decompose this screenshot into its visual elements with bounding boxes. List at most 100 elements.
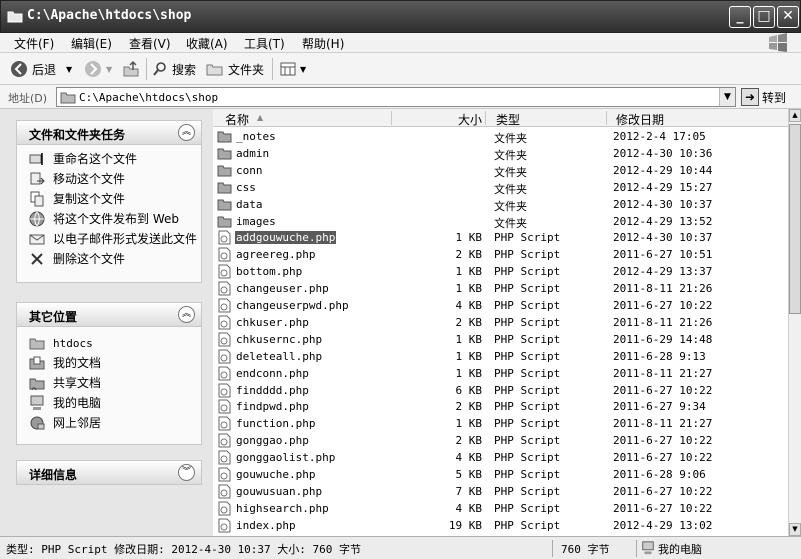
file-row[interactable]: findddd.php 6 KB PHP Script 2011-6-27 10:22: [213, 382, 788, 399]
back-dropdown-icon[interactable]: ▼: [66, 65, 72, 74]
file-type: PHP Script: [494, 332, 561, 346]
minimize-button[interactable]: _: [729, 6, 751, 28]
file-row[interactable]: highsearch.php 4 KB PHP Script 2011-6-27 10…: [213, 500, 788, 517]
place-my-documents[interactable]: 我的文档: [17, 353, 201, 373]
forward-dropdown-icon[interactable]: ▼: [106, 65, 112, 74]
file-type: PHP Script: [494, 231, 561, 245]
file-row[interactable]: agreereg.php 2 KB PHP Script 2011-6-27 10:5…: [213, 246, 788, 263]
task-publish-web[interactable]: 将这个文件发布到 Web: [17, 209, 201, 229]
task-rename[interactable]: 重命名这个文件: [17, 149, 201, 169]
file-date: 2011-6-27 10:22: [613, 434, 713, 448]
file-row[interactable]: images 文件夹 2012-4-29 13:52: [213, 213, 788, 230]
folder-icon: [217, 165, 232, 177]
forward-button[interactable]: ▼: [84, 59, 112, 79]
folder-icon: [217, 182, 232, 194]
file-name: css: [236, 180, 256, 194]
other-places-header[interactable]: 其它位置 ︽: [17, 303, 201, 327]
file-row[interactable]: css 文件夹 2012-4-29 15:27: [213, 179, 788, 196]
file-name: gouwuche.php: [236, 468, 316, 481]
collapse-chevron-icon[interactable]: ︽: [178, 124, 195, 141]
file-date: 2011-8-11 21:27: [613, 417, 713, 431]
file-name: function.php: [236, 417, 316, 431]
file-row[interactable]: _notes 文件夹 2012-2-4 17:05: [213, 128, 788, 145]
file-name: bottom.php: [236, 265, 303, 279]
views-button[interactable]: ▼: [280, 59, 306, 79]
php-file-icon: [218, 433, 231, 448]
task-copy[interactable]: 复制这个文件: [17, 189, 201, 209]
menu-edit[interactable]: 编辑(E): [71, 35, 112, 52]
forward-arrow-icon: [85, 61, 101, 77]
go-button[interactable]: ➜ 转到: [741, 87, 786, 107]
php-file-icon: [218, 501, 231, 516]
column-name[interactable]: 名称: [225, 111, 249, 128]
file-row[interactable]: conn 文件夹 2012-4-29 10:44: [213, 162, 788, 179]
file-type: 文件夹: [494, 182, 527, 196]
scroll-down-icon[interactable]: ▼: [789, 523, 801, 536]
menu-tools[interactable]: 工具(T): [244, 35, 285, 52]
collapse-chevron-icon[interactable]: ︽: [178, 306, 195, 323]
file-name: chkuser.php: [236, 315, 309, 329]
file-type: PHP Script: [494, 282, 561, 296]
title-bar[interactable]: C:\Apache\htdocs\shop _ □ ✕: [0, 0, 801, 33]
column-type[interactable]: 类型: [496, 111, 520, 128]
file-list[interactable]: 名称 ▲ 大小 类型 修改日期 _notes 文件夹 2012-2-4 17:05 a…: [213, 109, 801, 536]
maximize-button[interactable]: □: [753, 6, 775, 28]
file-size: 2 KB: [455, 315, 483, 329]
close-button[interactable]: ✕: [777, 6, 799, 28]
scroll-thumb[interactable]: [789, 124, 801, 314]
column-modified[interactable]: 修改日期: [616, 111, 664, 128]
menu-file[interactable]: 文件(F): [14, 35, 54, 52]
file-row[interactable]: chkusernc.php 1 KB PHP Script 2011-6-29 14:…: [213, 331, 788, 348]
rename-icon: [29, 153, 43, 165]
file-row[interactable]: deleteall.php 1 KB PHP Script 2011-6-28 9:1…: [213, 348, 788, 365]
file-row[interactable]: changeuserpwd.php 4 KB PHP Script 2011-6-27…: [213, 297, 788, 314]
file-date: 2012-4-30 10:37: [613, 197, 713, 211]
up-folder-button[interactable]: [122, 59, 140, 79]
place-shared-documents[interactable]: 共享文档: [17, 373, 201, 393]
file-row[interactable]: admin 文件夹 2012-4-30 10:36: [213, 145, 788, 162]
file-row[interactable]: changeuser.php 1 KB PHP Script 2011-8-11 21…: [213, 280, 788, 297]
php-file-icon: [218, 281, 231, 296]
file-row[interactable]: gouwuche.php 5 KB PHP Script 2011-6-28 9:06: [213, 466, 788, 483]
file-row[interactable]: function.php 1 KB PHP Script 2011-8-11 21:2…: [213, 415, 788, 432]
task-delete[interactable]: 删除这个文件: [17, 249, 201, 269]
address-dropdown-icon[interactable]: ▼: [719, 88, 735, 106]
address-field[interactable]: C:\Apache\htdocs\shop ▼: [56, 87, 736, 107]
file-row[interactable]: chkuser.php 2 KB PHP Script 2011-8-11 21:26: [213, 314, 788, 331]
task-email[interactable]: 以电子邮件形式发送此文件: [17, 229, 201, 249]
address-bar: 地址(D) C:\Apache\htdocs\shop ▼ ➜ 转到: [0, 85, 801, 109]
expand-chevron-icon[interactable]: ︾: [178, 464, 195, 481]
place-my-computer[interactable]: 我的电脑: [17, 393, 201, 413]
folders-button[interactable]: 文件夹: [206, 59, 264, 79]
menu-view[interactable]: 查看(V): [129, 35, 171, 52]
file-row[interactable]: bottom.php 1 KB PHP Script 2012-4-29 13:37: [213, 263, 788, 280]
my-documents-icon: [29, 356, 45, 370]
file-row[interactable]: index.php 19 KB PHP Script 2012-4-29 13:02: [213, 517, 788, 534]
folder-icon: [217, 148, 232, 160]
file-tasks-header[interactable]: 文件和文件夹任务 ︽: [17, 121, 201, 145]
back-button[interactable]: 后退 ▼: [10, 59, 72, 79]
file-row[interactable]: addgouwuche.php 1 KB PHP Script 2012-4-30 1…: [213, 229, 788, 246]
file-row[interactable]: gonggao.php 2 KB PHP Script 2011-6-27 10:22: [213, 432, 788, 449]
file-row[interactable]: gonggaolist.php 4 KB PHP Script 2011-6-27 1…: [213, 449, 788, 466]
file-row[interactable]: gouwusuan.php 7 KB PHP Script 2011-6-27 10:…: [213, 483, 788, 500]
place-network[interactable]: 网上邻居: [17, 413, 201, 433]
file-row[interactable]: data 文件夹 2012-4-30 10:37: [213, 196, 788, 213]
php-file-icon: [218, 315, 231, 330]
column-size[interactable]: 大小: [458, 111, 482, 128]
menu-help[interactable]: 帮助(H): [302, 35, 344, 52]
file-row[interactable]: endconn.php 1 KB PHP Script 2011-8-11 21:27: [213, 365, 788, 382]
search-button[interactable]: 搜索: [152, 59, 196, 79]
file-date: 2011-6-27 10:22: [613, 484, 713, 498]
file-size: 2 KB: [455, 434, 483, 448]
details-header[interactable]: 详细信息 ︾: [17, 461, 201, 485]
place-htdocs[interactable]: htdocs: [17, 333, 201, 353]
scroll-up-icon[interactable]: ▲: [789, 109, 801, 122]
file-type: PHP Script: [494, 366, 561, 380]
file-row[interactable]: findpwd.php 2 KB PHP Script 2011-6-27 9:34: [213, 398, 788, 415]
task-move[interactable]: 移动这个文件: [17, 169, 201, 189]
file-date: 2012-4-30 10:36: [613, 146, 713, 160]
menu-favorites[interactable]: 收藏(A): [186, 35, 228, 52]
status-bar: 类型: PHP Script 修改日期: 2012-4-30 10:37 大小:…: [0, 536, 801, 559]
vertical-scrollbar[interactable]: ▲ ▼: [788, 109, 801, 536]
